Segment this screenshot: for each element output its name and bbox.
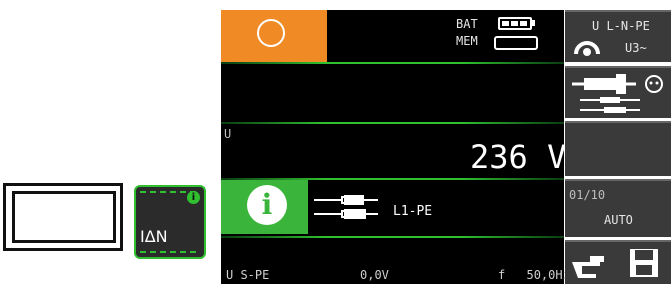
dash-bottom [140,251,200,253]
info-icon: i [247,185,287,225]
circle-icon [257,19,285,47]
rotate-icon [574,41,600,56]
bottom-f-label: f [498,268,506,282]
bottom-f: f 50,0Hz [498,268,570,282]
bat-label: BAT [456,17,478,31]
probe-icon [572,74,663,113]
left-softkey-inner [12,191,116,243]
reading-label: U [224,127,232,141]
bottom-f-value: 50,0Hz [526,268,570,282]
separator [221,62,564,64]
counter-label: 01/10 [569,188,606,202]
hand-pointer-icon[interactable] [570,252,610,278]
bottom-u-label: U S-PE [226,268,270,282]
reading-value: 236 V [470,138,567,176]
memory-icon [494,36,538,50]
auto-label: AUTO [604,213,633,227]
separator [221,122,564,124]
battery-icon [498,17,532,30]
connection-label: L1-PE [393,204,433,219]
separator [221,236,564,238]
idn-button[interactable]: i IΔN [134,185,206,259]
info-icon: i [187,191,200,204]
mode-label: U L-N-PE [592,19,650,33]
mem-label: MEM [456,34,478,48]
mode-sub: U3~ [625,41,647,55]
blank-softkey[interactable] [565,121,671,176]
battery-tip [532,20,535,26]
probe-icon [314,195,378,219]
save-icon[interactable] [628,247,660,279]
idn-label: IΔN [140,227,168,246]
bottom-u-value: 0,0V [360,268,389,282]
